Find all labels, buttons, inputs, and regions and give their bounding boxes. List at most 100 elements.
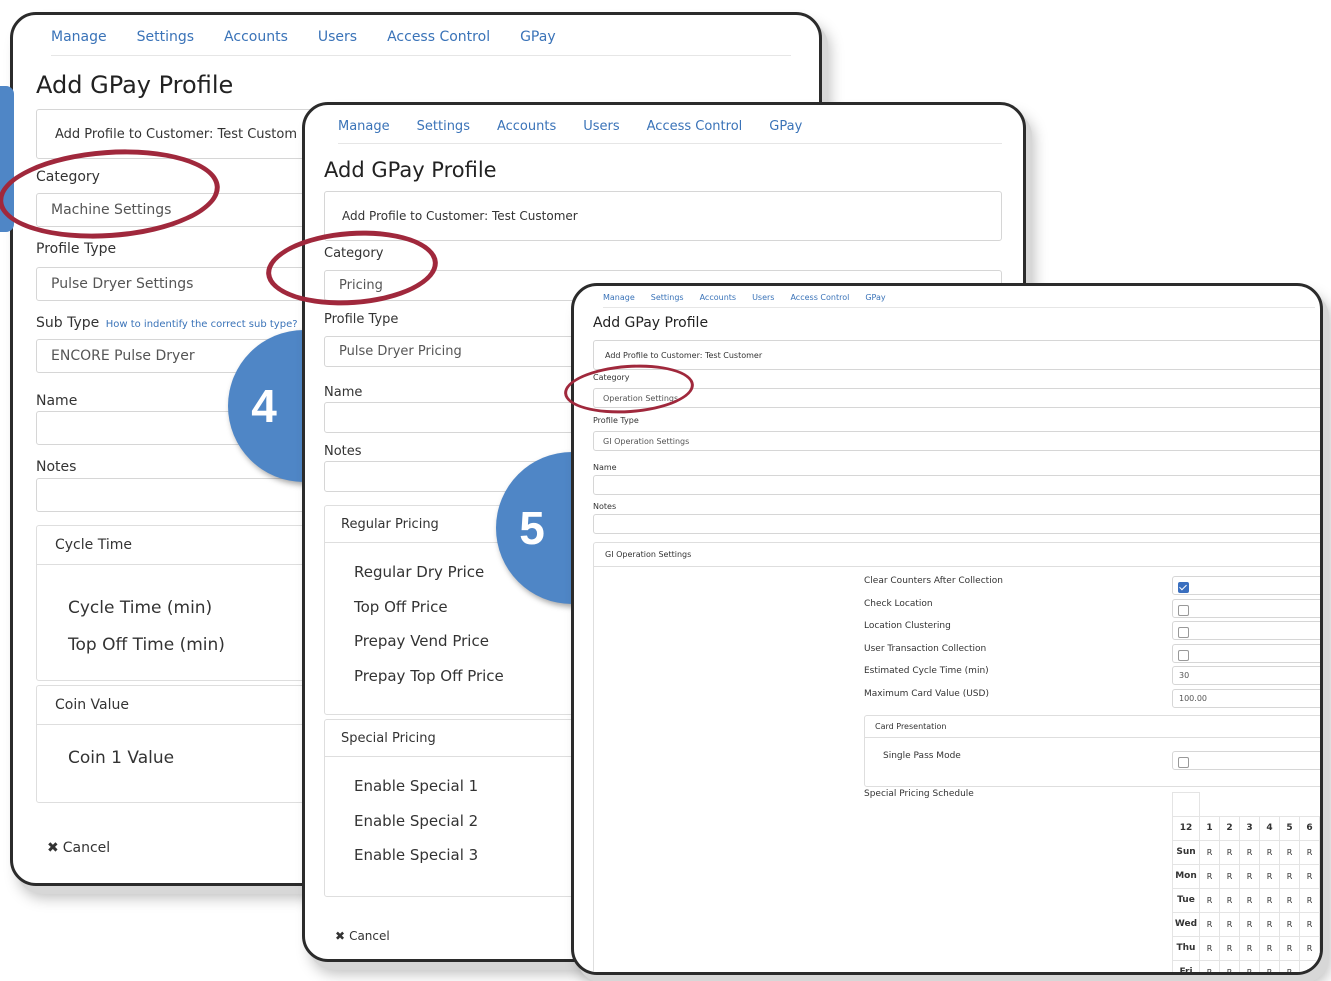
name-label: Name	[593, 463, 617, 472]
nav-settings[interactable]: Settings	[137, 29, 194, 55]
schedule-cell[interactable]: R	[1239, 839, 1260, 865]
customer-text: Add Profile to Customer: Test Customer	[342, 209, 578, 223]
schedule-cell[interactable]: R	[1219, 935, 1240, 961]
schedule-cell[interactable]: R	[1299, 839, 1320, 865]
location-clustering-checkbox[interactable]	[1178, 627, 1189, 638]
schedule-cell[interactable]: R	[1299, 863, 1320, 889]
nav-users[interactable]: Users	[318, 29, 357, 55]
cancel-label: Cancel	[349, 929, 390, 943]
schedule-cell[interactable]: R	[1219, 839, 1240, 865]
schedule-cell[interactable]: R	[1259, 839, 1280, 865]
schedule-cell[interactable]: R	[1299, 887, 1320, 913]
nav-access-control[interactable]: Access Control	[387, 29, 490, 55]
profile-type-value: Pulse Dryer Settings	[51, 276, 194, 292]
schedule-cell[interactable]: R	[1259, 911, 1280, 937]
schedule-cell[interactable]: R	[1239, 911, 1260, 937]
top-off-time-field-label: Top Off Time (min)	[68, 635, 225, 655]
schedule-cell[interactable]: R	[1199, 863, 1220, 889]
schedule-cell[interactable]: R	[1199, 911, 1220, 937]
schedule-cell[interactable]: R	[1279, 911, 1300, 937]
cycle-time-field-label: Cycle Time (min)	[68, 598, 213, 618]
panel-regular-pricing-title: Regular Pricing	[341, 516, 439, 532]
schedule-cell[interactable]: R	[1259, 887, 1280, 913]
schedule-cell[interactable]: R	[1259, 863, 1280, 889]
customer-box: Add Profile to Customer: Test Customer	[593, 340, 1320, 370]
nav-accounts[interactable]: Accounts	[497, 119, 556, 143]
nav-access-control[interactable]: Access Control	[790, 293, 849, 307]
name-input[interactable]	[593, 475, 1320, 495]
nav-settings[interactable]: Settings	[417, 119, 470, 143]
schedule-cell[interactable]: R	[1199, 839, 1220, 865]
user-transaction-field	[1172, 644, 1320, 663]
estimated-cycle-time-input[interactable]: 30	[1172, 666, 1320, 685]
schedule-cell[interactable]: R	[1259, 935, 1280, 961]
nav-users[interactable]: Users	[583, 119, 619, 143]
category-select[interactable]: Operation Settings	[593, 388, 1320, 408]
schedule-cell[interactable]: R	[1279, 839, 1300, 865]
profile-type-label: Profile Type	[593, 416, 639, 425]
nav-settings[interactable]: Settings	[651, 293, 684, 307]
schedule-cell[interactable]: R	[1219, 959, 1240, 972]
nav-users[interactable]: Users	[752, 293, 774, 307]
top-nav: Manage Settings Accounts Users Access Co…	[338, 119, 1002, 144]
schedule-hour-row: 12 1 2 3 4 5 6	[1172, 815, 1320, 841]
schedule-cell[interactable]: R	[1299, 959, 1320, 972]
prepay-vend-price-field-label: Prepay Vend Price	[354, 632, 489, 650]
notes-label: Notes	[593, 502, 617, 511]
cancel-label: Cancel	[62, 840, 111, 856]
top-nav: Manage Settings Accounts Users Access Co…	[51, 29, 791, 56]
clear-counters-checkbox[interactable]	[1178, 582, 1189, 593]
cancel-button[interactable]: ✖ Cancel	[335, 929, 390, 943]
nav-accounts[interactable]: Accounts	[700, 293, 736, 307]
schedule-row-thu: Thu RRRRRR	[1172, 935, 1320, 961]
user-transaction-checkbox[interactable]	[1178, 650, 1189, 661]
page-title: Add GPay Profile	[36, 71, 234, 99]
schedule-cell[interactable]: R	[1279, 935, 1300, 961]
location-clustering-field	[1172, 621, 1320, 640]
check-location-checkbox[interactable]	[1178, 605, 1189, 616]
schedule-cell[interactable]: R	[1279, 863, 1300, 889]
page-title: Add GPay Profile	[324, 158, 497, 182]
cancel-button[interactable]: ✖ Cancel	[47, 840, 110, 856]
schedule-row-fri: Fri RRRRRR	[1172, 959, 1320, 972]
nav-gpay[interactable]: GPay	[520, 29, 556, 55]
notes-label: Notes	[36, 459, 77, 475]
single-pass-checkbox[interactable]	[1178, 757, 1189, 768]
schedule-hour-12: 12	[1172, 815, 1200, 841]
nav-gpay[interactable]: GPay	[865, 293, 885, 307]
schedule-cell[interactable]: R	[1199, 959, 1220, 972]
schedule-cell[interactable]: R	[1279, 887, 1300, 913]
estimated-cycle-time-value: 30	[1179, 671, 1190, 680]
schedule-cell[interactable]: R	[1239, 887, 1260, 913]
nav-access-control[interactable]: Access Control	[647, 119, 743, 143]
schedule-cell[interactable]: R	[1199, 887, 1220, 913]
profile-type-select[interactable]: GI Operation Settings	[593, 431, 1320, 451]
nav-manage[interactable]: Manage	[603, 293, 635, 307]
notes-input[interactable]	[593, 514, 1320, 534]
schedule-cell[interactable]: R	[1219, 911, 1240, 937]
schedule-cell[interactable]: R	[1219, 863, 1240, 889]
sub-type-text: Sub Type	[36, 315, 100, 331]
schedule-cell[interactable]: R	[1239, 863, 1260, 889]
location-clustering-label: Location Clustering	[864, 621, 951, 631]
schedule-cell[interactable]: R	[1279, 959, 1300, 972]
nav-gpay[interactable]: GPay	[769, 119, 802, 143]
nav-manage[interactable]: Manage	[338, 119, 390, 143]
schedule-cell[interactable]: R	[1219, 887, 1240, 913]
schedule-cell[interactable]: R	[1239, 935, 1260, 961]
max-card-value-input[interactable]: 100.00	[1172, 689, 1320, 708]
nav-manage[interactable]: Manage	[51, 29, 107, 55]
panel-card-presentation: Card Presentation Single Pass Mode	[864, 715, 1320, 787]
schedule-cell[interactable]: R	[1299, 911, 1320, 937]
name-label: Name	[36, 393, 78, 409]
schedule-cell[interactable]: R	[1239, 959, 1260, 972]
profile-type-value: GI Operation Settings	[603, 436, 690, 446]
schedule-cell[interactable]: R	[1199, 935, 1220, 961]
nav-accounts[interactable]: Accounts	[224, 29, 288, 55]
single-pass-field	[1172, 751, 1320, 770]
schedule-hour-4: 4	[1259, 815, 1280, 841]
schedule-cell[interactable]: R	[1299, 935, 1320, 961]
sub-type-help-link[interactable]: How to indentify the correct sub type?	[106, 319, 298, 330]
schedule-cell[interactable]: R	[1259, 959, 1280, 972]
regular-dry-price-field-label: Regular Dry Price	[354, 563, 485, 581]
